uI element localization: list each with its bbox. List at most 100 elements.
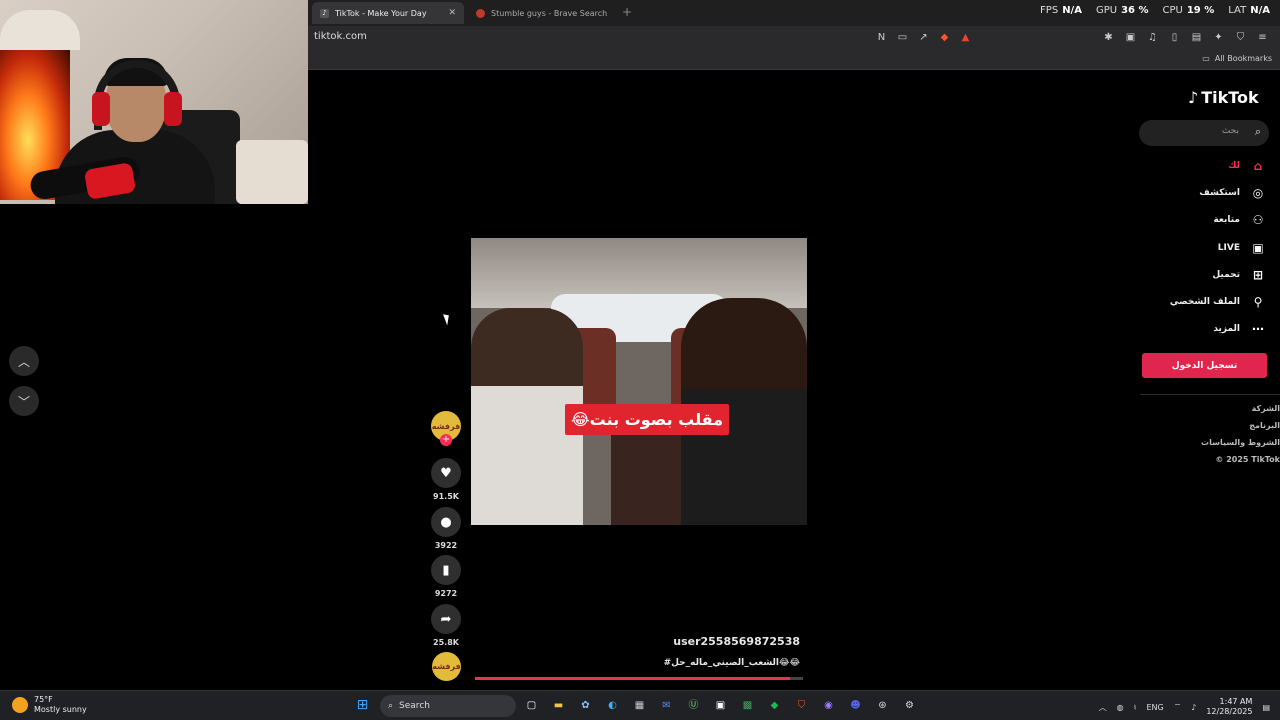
- bookmark-action: ▮ 9272: [430, 555, 462, 598]
- nav-item-live[interactable]: LIVE ▣: [1140, 238, 1266, 258]
- clock[interactable]: 1:47 AM 12/28/2025: [1206, 697, 1252, 717]
- footer-link-company[interactable]: الشركة: [1140, 404, 1280, 413]
- tiktok-logo[interactable]: ♪ TikTok: [1188, 88, 1259, 107]
- share-icon[interactable]: ↗: [916, 30, 931, 45]
- footer-copyright: © 2025 TikTok: [1215, 455, 1280, 464]
- app-green-icon[interactable]: ▩: [738, 696, 757, 715]
- user-plus-icon: ⚇: [1252, 213, 1264, 227]
- tiktok-note-icon: ♪: [1188, 88, 1199, 107]
- task-view-icon[interactable]: ▢: [522, 696, 541, 715]
- bookmarks-bar: ▭ All Bookmarks: [308, 50, 1280, 70]
- app-u-icon[interactable]: Ⓤ: [684, 696, 703, 715]
- music-disc[interactable]: فرفشه: [432, 652, 461, 681]
- wallet-icon[interactable]: ▤: [1189, 30, 1204, 45]
- nav-item-more[interactable]: المزيد ⋯: [1140, 319, 1266, 339]
- url-field[interactable]: tiktok.com: [314, 31, 367, 42]
- performance-overlay: FPS N/A GPU 36 % CPU 19 % LAT N/A: [1040, 5, 1270, 16]
- bookmark-button[interactable]: ▮: [431, 555, 461, 585]
- comment-icon: ●: [440, 514, 452, 530]
- share-arrow-icon: ➦: [440, 611, 452, 627]
- follow-button[interactable]: +: [440, 434, 452, 446]
- notification-icon[interactable]: ▤: [1262, 703, 1270, 712]
- windows-taskbar: 75°F Mostly sunny ⊞ ⌕ Search ▢ ▬ ✿ ◐ ▦ ✉…: [0, 690, 1280, 720]
- video-player[interactable]: [471, 238, 807, 525]
- vpn-icon[interactable]: ⛉: [1233, 30, 1248, 45]
- share-button[interactable]: ➦: [431, 604, 461, 634]
- nav-item-profile[interactable]: الملف الشخصي ⚲: [1140, 292, 1266, 312]
- copilot-icon[interactable]: ✿: [576, 696, 595, 715]
- sun-icon: [12, 697, 28, 713]
- all-bookmarks-button[interactable]: ▭ All Bookmarks: [1202, 54, 1272, 63]
- like-action: ♥ 91.5K: [430, 458, 462, 501]
- nav-item-upload[interactable]: تحميل ⊞: [1140, 265, 1266, 285]
- nav-item-for-you[interactable]: لك ⌂: [1140, 156, 1266, 176]
- nav-item-following[interactable]: متابعة ⚇: [1140, 210, 1266, 230]
- login-button[interactable]: تسجيل الدخول: [1142, 353, 1267, 378]
- store-icon[interactable]: ▦: [630, 696, 649, 715]
- edge-icon[interactable]: ◐: [603, 696, 622, 715]
- chrome-icon[interactable]: ⊛: [873, 696, 892, 715]
- new-tab-button[interactable]: +: [622, 5, 632, 19]
- mail-icon[interactable]: ✉: [657, 696, 676, 715]
- system-tray: ︿ ◍ ♮ ENG ⌔ ♪ 1:47 AM 12/28/2025 ▤: [1099, 697, 1270, 717]
- weather-widget[interactable]: 75°F Mostly sunny: [12, 695, 87, 715]
- extensions-icon[interactable]: ✱: [1101, 30, 1116, 45]
- discord-icon[interactable]: ☻: [846, 696, 865, 715]
- stat-cpu: CPU 19 %: [1162, 5, 1215, 16]
- menu-icon[interactable]: ≡: [1255, 30, 1270, 45]
- pycharm-icon[interactable]: ▣: [711, 696, 730, 715]
- footer-link-program[interactable]: البرنامج: [1140, 421, 1280, 430]
- leo-icon[interactable]: ✦: [1211, 30, 1226, 45]
- video-progress-fill: [475, 677, 790, 680]
- app-diamond-icon[interactable]: ◆: [765, 696, 784, 715]
- screenshot-icon[interactable]: ▣: [1123, 30, 1138, 45]
- brave-icon[interactable]: ⛉: [792, 696, 811, 715]
- taskbar-search[interactable]: ⌕ Search: [380, 695, 516, 717]
- cast-icon[interactable]: ▭: [895, 30, 910, 45]
- tab-tiktok[interactable]: ♪ TikTok - Make Your Day ✕: [312, 2, 464, 24]
- share-count: 25.8K: [433, 638, 459, 647]
- settings-gear-icon[interactable]: ⚙: [900, 696, 919, 715]
- mic-icon[interactable]: ♮: [1134, 703, 1137, 712]
- start-button[interactable]: ⊞: [353, 696, 372, 715]
- live-icon: ▣: [1252, 241, 1264, 255]
- like-button[interactable]: ♥: [431, 458, 461, 488]
- previous-video-button[interactable]: ︿: [9, 346, 39, 376]
- folder-icon: ▭: [1202, 54, 1210, 63]
- bookmark-count: 9272: [434, 589, 458, 598]
- comment-button[interactable]: ●: [431, 507, 461, 537]
- tab-brave-search[interactable]: Stumble guys - Brave Search: [468, 2, 618, 24]
- stat-fps: FPS N/A: [1040, 5, 1082, 16]
- wifi-icon[interactable]: ⌔: [1174, 702, 1182, 712]
- stat-gpu: GPU 36 %: [1095, 5, 1149, 16]
- brave-rewards-icon[interactable]: ▲: [958, 30, 973, 45]
- chevron-down-icon: ﹀: [17, 394, 30, 409]
- video-description[interactable]: #الشعب_الصيني_ماله_حل😂😂: [620, 658, 800, 668]
- mouse-cursor: [443, 312, 452, 326]
- search-icon[interactable]: ⌕: [1255, 125, 1261, 139]
- nav-item-explore[interactable]: استكشف ◎: [1140, 183, 1266, 203]
- video-author[interactable]: user2558569872538: [620, 635, 800, 648]
- language-indicator[interactable]: ENG: [1146, 703, 1163, 712]
- sidebar-icon[interactable]: ▯: [1167, 30, 1182, 45]
- weather-desc: Mostly sunny: [34, 705, 87, 714]
- search-input[interactable]: بحث ⌕: [1139, 120, 1269, 146]
- comment-count: 3922: [434, 541, 458, 550]
- close-icon[interactable]: ✕: [448, 8, 456, 18]
- video-progress-bar[interactable]: [475, 677, 803, 680]
- network-icon[interactable]: ◍: [1117, 703, 1124, 712]
- footer-link-terms[interactable]: الشروط والسياسات: [1140, 438, 1280, 447]
- brave-shields-icon[interactable]: ◆: [937, 30, 952, 45]
- reader-mode-icon[interactable]: N: [874, 30, 889, 45]
- chevron-up-icon[interactable]: ︿: [1099, 702, 1107, 713]
- browser-tab-bar: ♪ TikTok - Make Your Day ✕ Stumble guys …: [308, 0, 1280, 26]
- app-circle-icon[interactable]: ◉: [819, 696, 838, 715]
- share-action: ➦ 25.8K: [430, 604, 462, 647]
- tiktok-icon: ♪: [320, 8, 329, 18]
- volume-icon[interactable]: ♪: [1191, 703, 1196, 712]
- video-caption-overlay: مقلب بصوت بنت😂: [565, 404, 729, 435]
- media-icon[interactable]: ♫: [1145, 30, 1160, 45]
- compass-icon: ◎: [1252, 186, 1264, 200]
- file-explorer-icon[interactable]: ▬: [549, 696, 568, 715]
- next-video-button[interactable]: ﹀: [9, 386, 39, 416]
